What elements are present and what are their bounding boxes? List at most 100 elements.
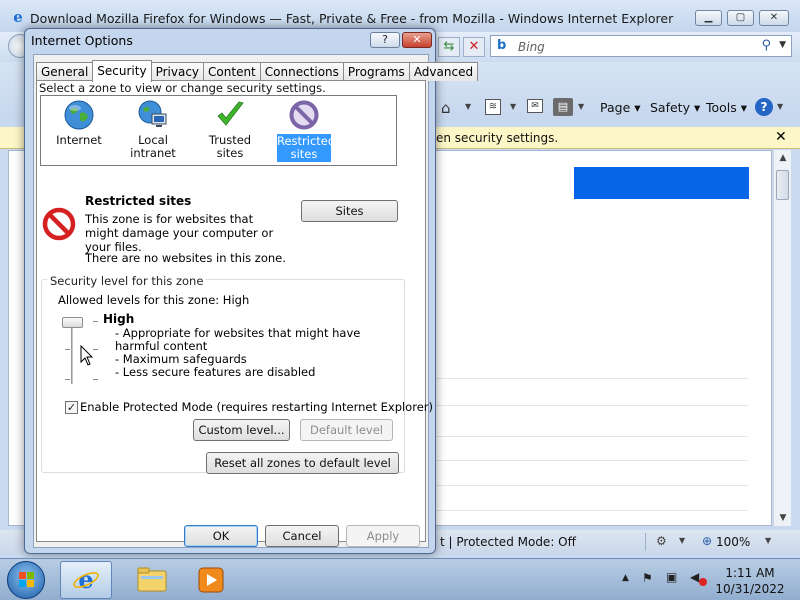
selected-zone-name: Restricted sites (85, 194, 192, 208)
tab-content[interactable]: Content (203, 62, 261, 81)
tab-programs[interactable]: Programs (342, 62, 410, 81)
protected-mode-status[interactable]: t | Protected Mode: Off (440, 535, 576, 549)
content-divider (436, 436, 748, 437)
ok-button[interactable]: OK (184, 525, 258, 547)
window-controls: ▁ ▢ ✕ (695, 10, 789, 26)
globe-icon (64, 100, 94, 130)
search-box[interactable]: b Bing ⚲ ▼ (490, 35, 792, 57)
cancel-button[interactable]: Cancel (265, 525, 339, 547)
help-icon[interactable]: ? (755, 98, 773, 116)
restricted-icon (289, 100, 319, 130)
restricted-zone-icon (42, 207, 76, 241)
tab-advanced[interactable]: Advanced (408, 62, 479, 81)
security-slider-track[interactable] (71, 320, 73, 384)
mouse-cursor-icon (80, 345, 94, 366)
tab-security[interactable]: Security (92, 60, 152, 82)
ie-icon: e (73, 566, 99, 594)
tab-privacy[interactable]: Privacy (150, 62, 205, 81)
close-button[interactable]: ✕ (759, 10, 789, 26)
dialog-title: Internet Options (31, 33, 133, 48)
chevron-down-icon[interactable]: ▼ (679, 536, 685, 545)
zone-label: Restricted sites (277, 134, 336, 162)
selected-zone-description: This zone is for websites that might dam… (85, 212, 274, 254)
taskbar-internet-explorer[interactable]: e (60, 561, 112, 599)
protected-mode-label[interactable]: Enable Protected Mode (requires restarti… (80, 400, 433, 414)
protected-mode-checkbox[interactable]: ✓ (65, 401, 78, 414)
feeds-dropdown-icon[interactable]: ▼ (510, 102, 516, 111)
help-dropdown-icon[interactable]: ▼ (777, 102, 783, 111)
chevron-down-icon[interactable]: ▼ (779, 40, 786, 50)
slider-tick (65, 349, 70, 350)
scroll-down-icon[interactable]: ▼ (774, 510, 792, 526)
sites-button[interactable]: Sites (301, 200, 398, 222)
stop-button[interactable]: ✕ (463, 37, 485, 57)
minimize-button[interactable]: ▁ (695, 10, 722, 26)
home-icon[interactable]: ⌂ (441, 99, 459, 117)
reset-all-zones-button[interactable]: Reset all zones to default level (206, 452, 399, 474)
taskbar-media-player[interactable] (185, 561, 237, 599)
selected-zone-sites-note: There are no websites in this zone. (85, 251, 286, 265)
zone-restricted-sites[interactable]: Restricted sites (269, 96, 339, 164)
content-divider (436, 510, 748, 511)
zoom-icon[interactable]: ⊕ (702, 534, 712, 548)
content-divider (436, 378, 748, 379)
zone-trusted-sites[interactable]: Trusted sites (195, 96, 265, 164)
print-dropdown-icon[interactable]: ▼ (578, 102, 584, 111)
safety-menu[interactable]: Safety ▾ (650, 100, 700, 115)
tools-menu[interactable]: Tools ▾ (706, 100, 747, 115)
zone-local-intranet[interactable]: Local intranet (118, 96, 188, 164)
taskbar-windows-explorer[interactable] (126, 561, 178, 599)
tab-general[interactable]: General (36, 62, 94, 81)
zone-prompt: Select a zone to view or change security… (39, 81, 326, 95)
feeds-icon[interactable]: ≋ (485, 99, 501, 115)
volume-icon[interactable]: ◀ (690, 570, 699, 584)
status-divider (645, 533, 646, 551)
svg-text:e: e (78, 566, 93, 594)
bing-icon: b (497, 38, 507, 53)
dialog-help-button[interactable]: ? (370, 32, 400, 48)
content-divider (436, 460, 748, 461)
zone-internet[interactable]: Internet (44, 96, 114, 164)
internet-options-dialog: Internet Options ? ✕ General Security Pr… (24, 28, 479, 554)
slider-tick (93, 379, 98, 380)
network-icon[interactable]: ▣ (666, 570, 677, 584)
scroll-up-icon[interactable]: ▲ (774, 150, 792, 166)
apply-button[interactable]: Apply (346, 525, 420, 547)
maximize-button[interactable]: ▢ (727, 10, 754, 26)
security-level-detail: - Less secure features are disabled (115, 365, 316, 379)
checkmark-icon (217, 101, 244, 126)
search-input[interactable]: Bing (518, 40, 545, 54)
home-dropdown-icon[interactable]: ▼ (465, 102, 471, 111)
mail-icon[interactable]: ✉ (527, 99, 543, 113)
infobar-close-icon[interactable]: ✕ (775, 129, 787, 145)
print-icon[interactable]: ▤ (553, 98, 573, 116)
zoom-dropdown-icon[interactable]: ▼ (765, 536, 771, 545)
clock-date[interactable]: 10/31/2022 (715, 582, 785, 596)
page-banner[interactable] (574, 167, 749, 199)
search-icon[interactable]: ⚲ (761, 38, 771, 53)
zone-label: Trusted sites (208, 133, 252, 160)
show-hidden-icons-icon[interactable]: ▲ (622, 573, 629, 583)
dialog-close-button[interactable]: ✕ (402, 32, 432, 48)
start-button[interactable] (7, 561, 45, 599)
security-status-icon[interactable]: ⚙ (656, 534, 667, 548)
page-menu[interactable]: Page ▾ (600, 100, 641, 115)
zone-label: Internet (56, 133, 102, 147)
refresh-button[interactable]: ⇆ (438, 37, 460, 57)
zone-list[interactable]: Internet Local intranet Trusted sites Re… (40, 95, 397, 166)
default-level-button[interactable]: Default level (300, 419, 393, 441)
security-level-group-title: Security level for this zone (47, 274, 207, 288)
tab-connections[interactable]: Connections (259, 62, 344, 81)
content-divider (436, 485, 748, 486)
action-center-flag-icon[interactable]: ⚑ (642, 571, 653, 585)
custom-level-button[interactable]: Custom level... (193, 419, 290, 441)
vertical-scrollbar[interactable]: ▲ ▼ (773, 150, 791, 526)
scroll-thumb[interactable] (776, 170, 789, 200)
clock-time[interactable]: 1:11 AM (715, 566, 785, 580)
zoom-level[interactable]: 100% (716, 535, 750, 549)
slider-tick (93, 321, 98, 322)
zone-label: Local intranet (130, 133, 176, 160)
security-slider-thumb[interactable] (62, 317, 83, 328)
windows-logo-icon (19, 572, 34, 587)
window-title: Download Mozilla Firefox for Windows — F… (30, 11, 674, 26)
